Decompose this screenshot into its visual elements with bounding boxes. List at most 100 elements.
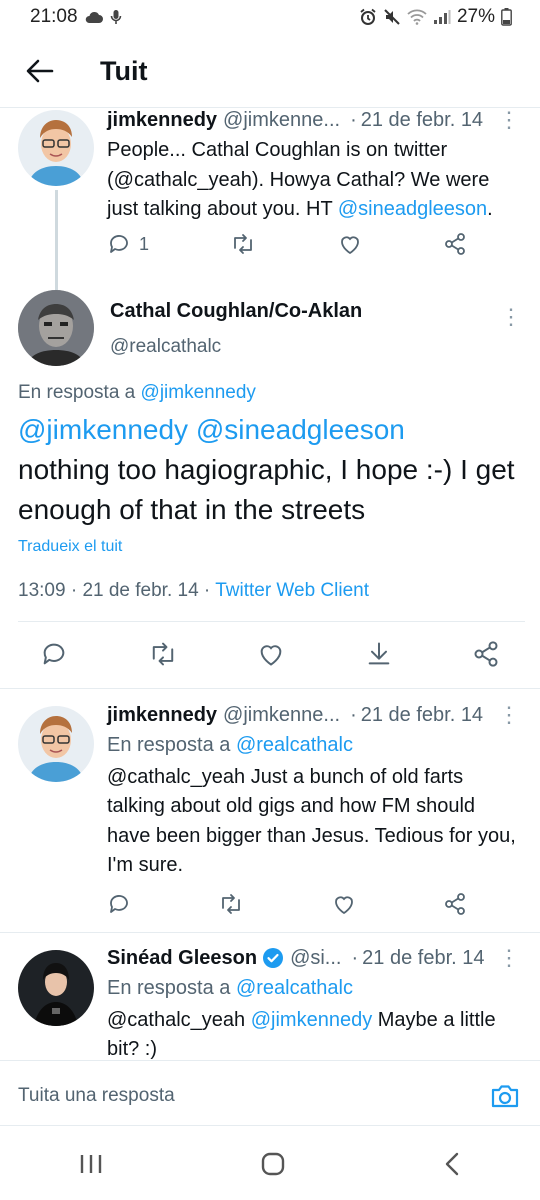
tweet-sineadgleeson[interactable]: Sinéad Gleeson @si... · 21 de febr. 14 ⋮… bbox=[107, 944, 520, 1065]
main-author-handle[interactable]: @realcathalc bbox=[110, 336, 520, 358]
author-name[interactable]: jimkennedy bbox=[107, 704, 217, 727]
separator-dot: · bbox=[350, 703, 357, 726]
tweet-date[interactable]: 21 de febr. 14 bbox=[361, 704, 483, 727]
system-back-button[interactable] bbox=[442, 1151, 462, 1177]
main-like-button[interactable] bbox=[257, 640, 285, 668]
main-tweet-date: 21 de febr. 14 bbox=[82, 580, 199, 601]
share-icon bbox=[445, 233, 465, 255]
reply-to-link[interactable]: @jimkennedy bbox=[141, 382, 256, 403]
more-options-icon[interactable]: ⋮ bbox=[498, 702, 520, 728]
tweet1-actions: 1 bbox=[107, 232, 467, 256]
battery-icon bbox=[501, 8, 512, 26]
tweet3-actions bbox=[107, 892, 467, 916]
author-handle[interactable]: @jimkenne... bbox=[223, 109, 340, 132]
reply-context: En resposta a @realcathalc bbox=[107, 731, 520, 761]
status-bar: 21:08 27% bbox=[0, 0, 540, 34]
reply-icon bbox=[43, 643, 65, 665]
main-bookmark-button[interactable] bbox=[365, 640, 393, 668]
back-button[interactable] bbox=[0, 36, 80, 106]
main-more-options-icon[interactable]: ⋮ bbox=[500, 304, 522, 330]
more-options-icon[interactable]: ⋮ bbox=[498, 945, 520, 971]
mention-link[interactable]: @sineadgleeson bbox=[338, 198, 487, 220]
mention-sineadgleeson[interactable]: @sineadgleeson bbox=[196, 414, 405, 445]
mention-jimkennedy[interactable]: @jimkennedy bbox=[251, 1009, 372, 1031]
reply-prefix: En resposta a bbox=[107, 977, 236, 999]
reply-prefix: En resposta a bbox=[107, 734, 236, 756]
main-tweet-meta: 13:09 · 21 de febr. 14 · Twitter Web Cli… bbox=[18, 580, 369, 602]
translate-link[interactable]: Tradueix el tuit bbox=[18, 538, 122, 556]
page-title: Tuit bbox=[100, 55, 148, 86]
recent-apps-icon bbox=[80, 1155, 102, 1173]
heart-icon bbox=[340, 236, 359, 255]
avatar-jimkennedy[interactable] bbox=[18, 110, 94, 186]
mention-jimkennedy[interactable]: @jimkennedy bbox=[18, 414, 188, 445]
reply-to-link[interactable]: @realcathalc bbox=[236, 734, 353, 756]
reply-button[interactable]: 1 bbox=[107, 232, 149, 256]
cloud-icon bbox=[84, 10, 104, 24]
tweet-date[interactable]: 21 de febr. 14 bbox=[362, 947, 484, 970]
share-button[interactable] bbox=[443, 892, 467, 916]
reply-input[interactable]: Tuita una resposta bbox=[18, 1085, 175, 1107]
share-button[interactable] bbox=[443, 232, 467, 256]
main-meta-divider bbox=[18, 621, 525, 622]
reply-context: En resposta a @realcathalc bbox=[107, 974, 520, 1004]
main-reply-context: En resposta a @jimkennedy bbox=[18, 382, 256, 404]
wifi-icon bbox=[407, 9, 427, 25]
recent-apps-button[interactable] bbox=[78, 1152, 104, 1176]
avatar-sineadgleeson[interactable] bbox=[18, 950, 94, 1026]
separator-dot: · bbox=[65, 580, 83, 601]
tweet3-divider bbox=[0, 932, 540, 933]
share-icon bbox=[474, 641, 498, 667]
tweet-text-end: . bbox=[487, 198, 493, 220]
retweet-icon bbox=[152, 642, 173, 666]
heart-icon bbox=[260, 645, 282, 666]
tweet-text-start: @cathalc_yeah bbox=[107, 1008, 251, 1031]
like-button[interactable] bbox=[338, 232, 362, 256]
retweet-button[interactable] bbox=[218, 892, 244, 916]
retweet-icon bbox=[234, 234, 253, 254]
reply-bar: Tuita una resposta bbox=[0, 1060, 540, 1126]
retweet-button[interactable] bbox=[230, 232, 256, 256]
author-handle[interactable]: @jimkenne... bbox=[223, 704, 340, 727]
avatar-realcathalc[interactable] bbox=[18, 290, 94, 366]
battery-percent: 27% bbox=[456, 6, 495, 27]
thread-line bbox=[55, 190, 58, 290]
reply-to-link[interactable]: @realcathalc bbox=[236, 977, 353, 999]
home-button[interactable] bbox=[260, 1151, 286, 1177]
camera-button[interactable] bbox=[490, 1083, 520, 1109]
reply-icon bbox=[110, 895, 128, 913]
main-retweet-button[interactable] bbox=[148, 640, 178, 668]
tweet-text: People... Cathal Coughlan is on twitter … bbox=[107, 136, 520, 225]
tweet-text: @cathalc_yeah Just a bunch of old farts … bbox=[107, 765, 516, 877]
separator-dot: · bbox=[351, 946, 359, 969]
status-time: 21:08 bbox=[30, 6, 78, 27]
verified-badge-icon bbox=[262, 947, 284, 969]
chevron-left-icon bbox=[445, 1152, 459, 1176]
mic-icon bbox=[110, 9, 122, 25]
author-handle[interactable]: @si... bbox=[290, 947, 341, 970]
author-name[interactable]: jimkennedy bbox=[107, 109, 217, 132]
tweet-date[interactable]: 21 de febr. 14 bbox=[361, 109, 483, 132]
signal-icon bbox=[433, 9, 451, 25]
tweet-jimkennedy-2[interactable]: jimkennedy @jimkenne... · 21 de febr. 14… bbox=[107, 701, 520, 881]
like-button[interactable] bbox=[332, 892, 356, 916]
main-reply-button[interactable] bbox=[40, 640, 68, 668]
main-tweet-text: @jimkennedy @sineadgleeson nothing too ha… bbox=[18, 410, 528, 530]
author-name[interactable]: Sinéad Gleeson bbox=[107, 947, 257, 970]
avatar-jimkennedy-2[interactable] bbox=[18, 706, 94, 782]
download-icon bbox=[368, 642, 389, 665]
system-nav-bar bbox=[0, 1128, 540, 1200]
main-author-name[interactable]: Cathal Coughlan/Co-Aklan bbox=[110, 300, 520, 323]
tweet-jimkennedy-1[interactable]: jimkennedy @jimkenne... · 21 de febr. 14… bbox=[107, 106, 520, 225]
main-tweet-time: 13:09 bbox=[18, 580, 66, 601]
more-options-icon[interactable]: ⋮ bbox=[498, 107, 520, 133]
main-share-button[interactable] bbox=[472, 640, 500, 668]
reply-button[interactable] bbox=[107, 892, 131, 916]
retweet-icon bbox=[222, 894, 241, 914]
main-tweet-divider bbox=[0, 688, 540, 689]
reply-icon bbox=[110, 235, 128, 253]
main-tweet-body: nothing too hagiographic, I hope :-) I g… bbox=[18, 454, 515, 525]
share-icon bbox=[445, 893, 465, 915]
reply-count: 1 bbox=[139, 233, 150, 254]
tweet-client-link[interactable]: Twitter Web Client bbox=[215, 580, 369, 601]
